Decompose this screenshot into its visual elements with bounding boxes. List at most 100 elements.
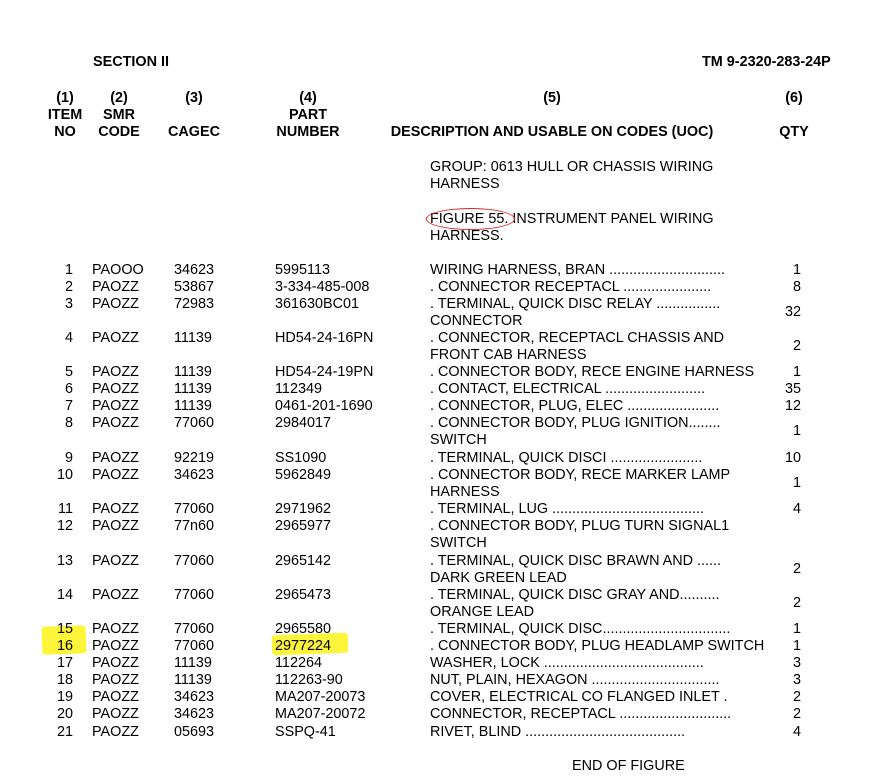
description-line: . CONNECTOR BODY, PLUG HEADLAMP SWITCH xyxy=(430,638,765,654)
smr-code: PAOZZ xyxy=(92,381,139,397)
col-item-no: (1) ITEM NO xyxy=(47,90,83,140)
item-no: 6 xyxy=(64,381,73,397)
part-number: 2984017 xyxy=(275,415,332,431)
description: . TERMINAL, QUICK DISC..................… xyxy=(430,621,730,638)
qty: 2 xyxy=(792,706,801,722)
cage-code: 77060 xyxy=(174,587,215,603)
description-line: RIVET, BLIND ...........................… xyxy=(430,724,686,740)
smr-code: PAOZZ xyxy=(92,689,139,705)
description-line: SWITCH xyxy=(430,535,487,551)
smr-code: PAOZZ xyxy=(92,655,139,671)
cage-code: 05693 xyxy=(174,724,215,740)
part-number: MA207-20073 xyxy=(275,689,366,705)
part-number: 5995113 xyxy=(275,262,330,278)
cage-code: 34623 xyxy=(174,467,215,483)
end-of-figure: END OF FIGURE xyxy=(572,758,685,774)
item-no: 21 xyxy=(56,724,73,740)
col-part-number: (4) PART NUMBER xyxy=(276,90,340,140)
description-line: . CONNECTOR BODY, PLUG TURN SIGNAL1 xyxy=(430,518,730,534)
description: . CONNECTOR RECEPTACL ..................… xyxy=(430,279,711,296)
description: . CONNECTOR BODY, PLUG IGNITION........ S… xyxy=(430,415,721,449)
smr-code: PAOZZ xyxy=(92,279,139,295)
description: . CONTACT, ELECTRICAL ..................… xyxy=(430,381,705,398)
description: . TERMINAL, QUICK DISC RELAY ...........… xyxy=(430,296,720,330)
item-no: 7 xyxy=(64,398,73,414)
description: . CONNECTOR BODY, PLUG TURN SIGNAL1 SWITC… xyxy=(430,518,729,552)
description-line: . CONNECTOR, PLUG, ELEC ................… xyxy=(430,398,720,414)
description-line: . CONNECTOR RECEPTACL ..................… xyxy=(430,279,712,295)
qty: 32 xyxy=(784,304,801,320)
part-number: MA207-20072 xyxy=(275,706,366,722)
item-no: 9 xyxy=(64,450,73,466)
part-number: 0461-201-1690 xyxy=(275,398,373,414)
description-line: . TERMINAL, QUICK DISC RELAY ...........… xyxy=(430,296,721,312)
col-smr-code: (2) SMR CODE xyxy=(98,90,140,140)
description-line: CONNECTOR, RECEPTACL ...................… xyxy=(430,706,732,722)
item-no: 13 xyxy=(56,553,73,569)
smr-code: PAOZZ xyxy=(92,587,139,603)
cage-code: 77060 xyxy=(174,415,215,431)
smr-code: PAOZZ xyxy=(92,296,139,312)
qty: 8 xyxy=(792,279,801,295)
description-line: . TERMINAL, QUICK DISC..................… xyxy=(430,621,731,637)
item-no: 8 xyxy=(64,415,73,431)
description: COVER, ELECTRICAL CO FLANGED INLET . xyxy=(430,689,727,706)
part-number: 2965473 xyxy=(275,587,332,603)
part-number: 112263-90 xyxy=(275,672,343,688)
smr-code: PAOOO xyxy=(92,262,144,278)
cage-code: 34623 xyxy=(174,706,215,722)
cage-code: 77060 xyxy=(174,501,215,517)
cage-code: 77n60 xyxy=(174,518,215,534)
description: WASHER, LOCK ...........................… xyxy=(430,655,704,672)
cage-code: 77060 xyxy=(174,553,215,569)
cage-code: 34623 xyxy=(174,262,215,278)
col-description: (5) DESCRIPTION AND USABLE ON CODES (UOC) xyxy=(390,90,714,140)
qty: 12 xyxy=(784,398,801,414)
smr-code: PAOZZ xyxy=(92,330,139,346)
part-number: 2971962 xyxy=(275,501,332,517)
qty: 2 xyxy=(792,595,801,611)
smr-code: PAOZZ xyxy=(92,364,139,380)
smr-code: PAOZZ xyxy=(92,518,139,534)
description-line: . CONNECTOR BODY, RECE MARKER LAMP xyxy=(430,467,731,483)
part-number: 5962849 xyxy=(275,467,332,483)
qty: 10 xyxy=(784,450,801,466)
figure-circle-mark xyxy=(426,208,515,230)
part-number: HD54-24-16PN xyxy=(275,330,374,346)
item-no: 18 xyxy=(56,672,73,688)
smr-code: PAOZZ xyxy=(92,706,139,722)
description-line: . TERMINAL, QUICK DISC GRAY AND.........… xyxy=(430,587,720,603)
part-number: 2965977 xyxy=(275,518,332,534)
smr-code: PAOZZ xyxy=(92,638,139,654)
description-line: DARK GREEN LEAD xyxy=(430,570,567,586)
col-qty: (6) QTY xyxy=(779,90,809,140)
part-number: 112264 xyxy=(275,655,322,671)
description-line: WASHER, LOCK ...........................… xyxy=(430,655,704,671)
qty: 4 xyxy=(792,501,801,517)
part-number: 361630BC01 xyxy=(275,296,360,312)
description-line: . TERMINAL, QUICK DISC BRAWN AND ...... xyxy=(430,553,722,569)
cage-code: 92219 xyxy=(174,450,215,466)
section-label: SECTION II xyxy=(93,54,169,70)
description-line: . CONNECTOR BODY, RECE ENGINE HARNESS xyxy=(430,364,755,380)
cage-code: 34623 xyxy=(174,689,215,705)
cage-code: 53867 xyxy=(174,279,215,295)
description-line: FRONT CAB HARNESS xyxy=(430,347,587,363)
description-line: . TERMINAL, LUG ........................… xyxy=(430,501,705,517)
part-number: 3-334-485-008 xyxy=(275,279,370,295)
item-no: 2 xyxy=(64,279,73,295)
description: RIVET, BLIND ...........................… xyxy=(430,724,685,741)
part-number: SS1090 xyxy=(275,450,327,466)
smr-code: PAOZZ xyxy=(92,621,139,637)
description: . TERMINAL, QUICK DISC GRAY AND.........… xyxy=(430,587,719,621)
qty: 3 xyxy=(792,672,801,688)
item-no: 4 xyxy=(64,330,73,346)
part-number: 2965580 xyxy=(275,621,332,637)
description-line: . CONNECTOR BODY, PLUG IGNITION........ xyxy=(430,415,721,431)
item-no: 17 xyxy=(56,655,73,671)
cage-code: 11139 xyxy=(174,655,212,671)
description-line: ORANGE LEAD xyxy=(430,604,534,620)
qty: 1 xyxy=(792,262,801,278)
smr-code: PAOZZ xyxy=(92,398,139,414)
description-line: SWITCH xyxy=(430,432,487,448)
